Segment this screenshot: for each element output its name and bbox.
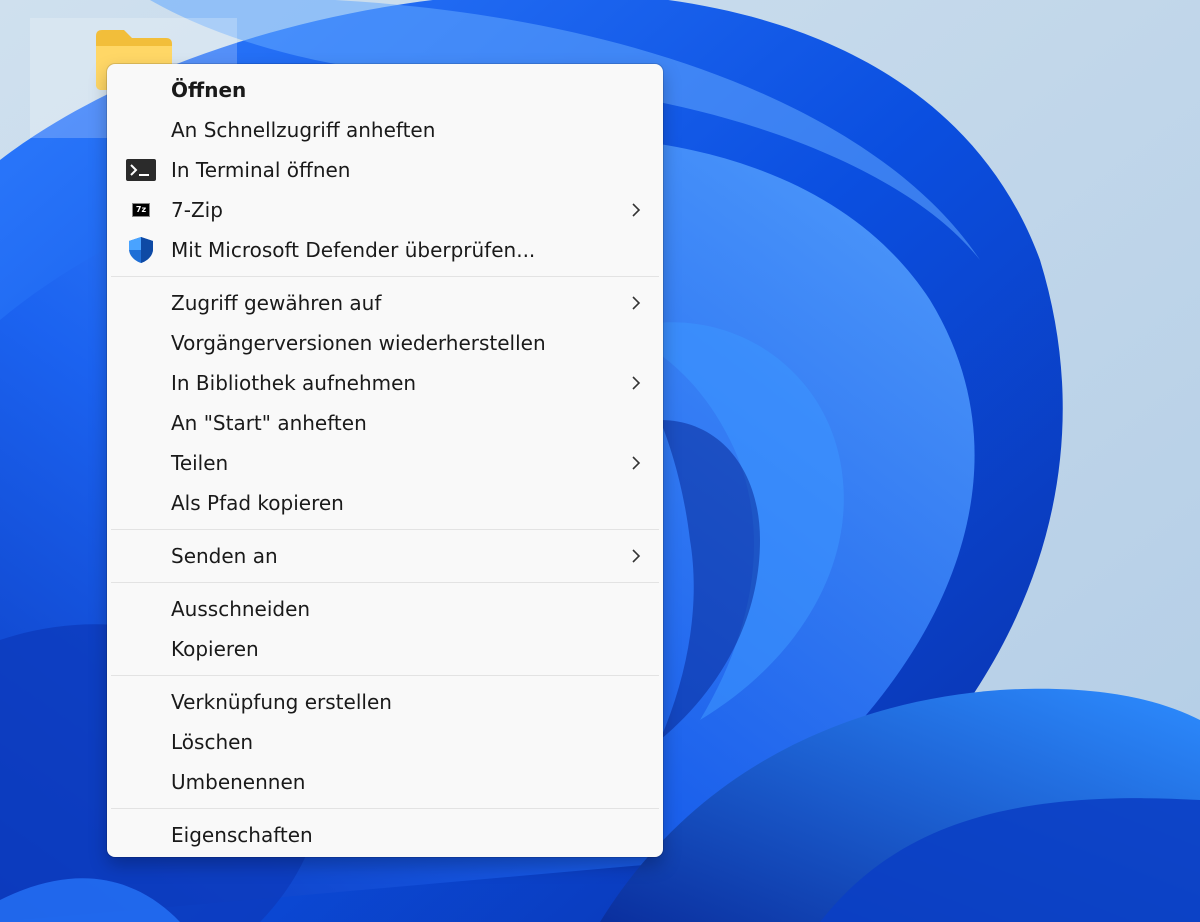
menu-item-vorgängerversionen-wiederherstellen[interactable]: Vorgängerversionen wiederherstellen: [111, 323, 659, 363]
menu-item-als-pfad-kopieren[interactable]: Als Pfad kopieren: [111, 483, 659, 523]
seven-zip-icon: 7z: [123, 190, 159, 230]
menu-item-label: Mit Microsoft Defender überprüfen...: [171, 238, 536, 262]
menu-item-an-schnellzugriff-anheften[interactable]: An Schnellzugriff anheften: [111, 110, 659, 150]
menu-item-eigenschaften[interactable]: Eigenschaften: [111, 815, 659, 855]
menu-item-label: Löschen: [171, 730, 254, 754]
menu-item-kopieren[interactable]: Kopieren: [111, 629, 659, 669]
menu-item-label: Kopieren: [171, 637, 259, 661]
menu-item-label: Umbenennen: [171, 770, 306, 794]
terminal-icon: [123, 150, 159, 190]
menu-item-öffnen[interactable]: Öffnen: [111, 70, 659, 110]
menu-item-in-terminal-öffnen[interactable]: In Terminal öffnen: [111, 150, 659, 190]
menu-group: Zugriff gewähren auf Vorgängerversionen w…: [107, 277, 663, 529]
menu-group: Verknüpfung erstellen Löschen Umbenennen: [107, 676, 663, 808]
menu-item-label: 7-Zip: [171, 198, 223, 222]
seven-zip-icon-text: 7z: [135, 205, 147, 214]
chevron-right-icon: [629, 190, 643, 230]
menu-item-label: Teilen: [171, 451, 229, 475]
menu-item-label: Verknüpfung erstellen: [171, 690, 392, 714]
menu-item-in-bibliothek-aufnehmen[interactable]: In Bibliothek aufnehmen: [111, 363, 659, 403]
chevron-right-icon: [629, 443, 643, 483]
context-menu: Öffnen An Schnellzugriff anheften In Termi…: [107, 64, 663, 857]
menu-item-verknüpfung-erstellen[interactable]: Verknüpfung erstellen: [111, 682, 659, 722]
menu-item-mit-microsoft-defender-überprüfen[interactable]: Mit Microsoft Defender überprüfen...: [111, 230, 659, 270]
menu-item-umbenennen[interactable]: Umbenennen: [111, 762, 659, 802]
chevron-right-icon: [629, 363, 643, 403]
menu-item-label: Zugriff gewähren auf: [171, 291, 382, 315]
menu-item-ausschneiden[interactable]: Ausschneiden: [111, 589, 659, 629]
menu-item-label: An Schnellzugriff anheften: [171, 118, 436, 142]
menu-item-zugriff-gewähren-auf[interactable]: Zugriff gewähren auf: [111, 283, 659, 323]
menu-item-label: Vorgängerversionen wiederherstellen: [171, 331, 546, 355]
menu-item-senden-an[interactable]: Senden an: [111, 536, 659, 576]
menu-item-label: In Terminal öffnen: [171, 158, 351, 182]
menu-item-label: Ausschneiden: [171, 597, 311, 621]
menu-item-label: Eigenschaften: [171, 823, 313, 847]
chevron-right-icon: [629, 283, 643, 323]
menu-item-label: Öffnen: [171, 78, 247, 102]
defender-shield-icon: [123, 230, 159, 270]
desktop: Öffnen An Schnellzugriff anheften In Termi…: [0, 0, 1200, 922]
chevron-right-icon: [629, 536, 643, 576]
menu-item-an-start-anheften[interactable]: An "Start" anheften: [111, 403, 659, 443]
menu-item-label: In Bibliothek aufnehmen: [171, 371, 417, 395]
menu-item-7-zip[interactable]: 7z 7-Zip: [111, 190, 659, 230]
menu-item-löschen[interactable]: Löschen: [111, 722, 659, 762]
menu-item-label: Senden an: [171, 544, 278, 568]
menu-item-teilen[interactable]: Teilen: [111, 443, 659, 483]
menu-group: Ausschneiden Kopieren: [107, 583, 663, 675]
menu-item-label: Als Pfad kopieren: [171, 491, 344, 515]
menu-group: Öffnen An Schnellzugriff anheften In Termi…: [107, 64, 663, 276]
menu-group: Senden an: [107, 530, 663, 582]
menu-item-label: An "Start" anheften: [171, 411, 367, 435]
menu-group: Eigenschaften: [107, 809, 663, 857]
